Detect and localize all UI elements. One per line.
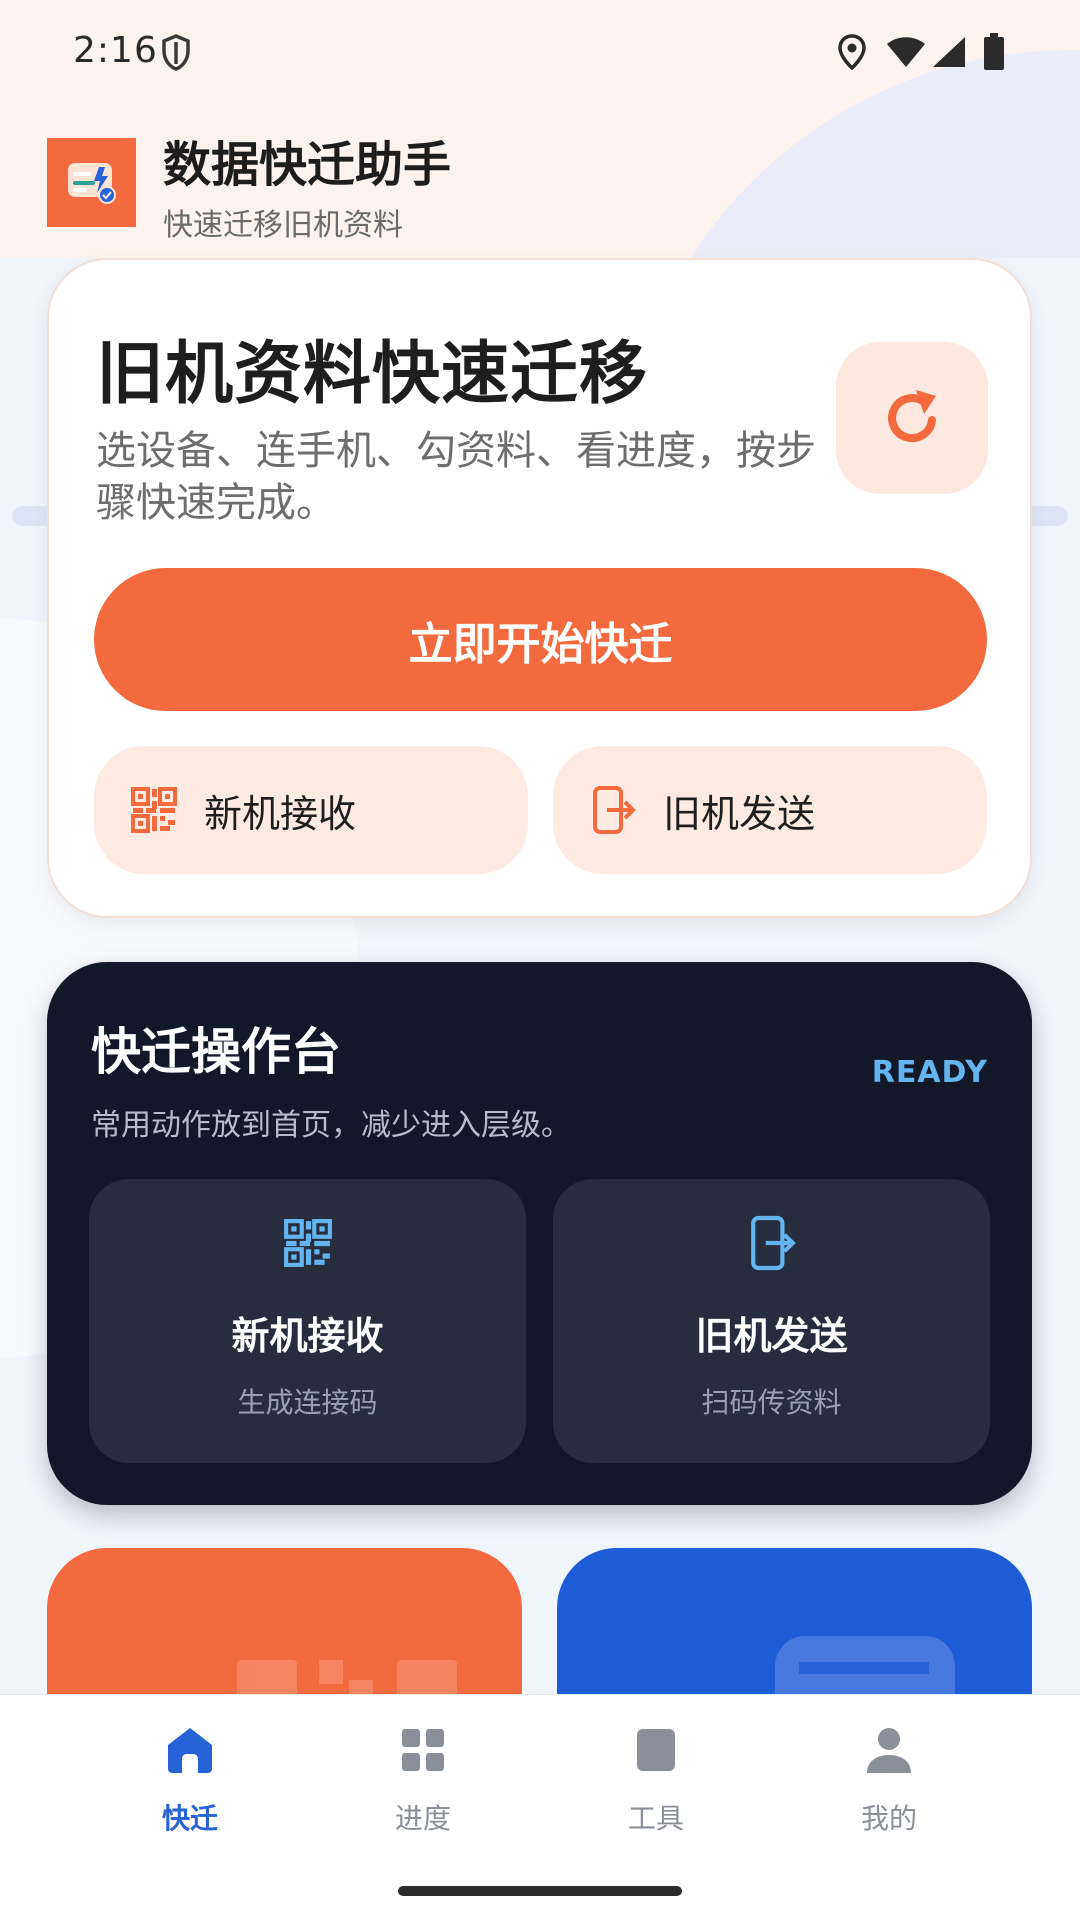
refresh-icon xyxy=(888,390,936,443)
grid-icon xyxy=(402,1729,444,1771)
hero-card: 旧机资料快速迁移 选设备、连手机、勾资料、看进度，按步骤快速完成。 立即开始快迁… xyxy=(47,258,1032,918)
app-logo-icon xyxy=(67,162,116,204)
refresh-button[interactable] xyxy=(836,342,988,494)
app-title: 数据快迁助手 xyxy=(163,137,452,193)
shield-icon xyxy=(162,34,190,71)
nav-tab-transfer[interactable]: 快迁 xyxy=(100,1725,280,1845)
nav-label: 快迁 xyxy=(161,1802,218,1835)
app-logo xyxy=(47,138,136,227)
send-label: 旧机发送 xyxy=(663,791,816,836)
send-old-device-button[interactable]: 旧机发送 xyxy=(553,746,987,874)
app-subtitle: 快速迁移旧机资料 xyxy=(163,208,403,243)
battery-icon xyxy=(984,33,1004,70)
nav-label: 进度 xyxy=(394,1802,451,1835)
receive-new-device-button[interactable]: 新机接收 xyxy=(94,746,528,874)
status-time: 2:16 xyxy=(73,30,158,71)
tile-subtitle: 扫码传资料 xyxy=(701,1386,842,1419)
nav-label: 我的 xyxy=(860,1802,917,1835)
qr-code-icon xyxy=(131,787,177,833)
wifi-icon xyxy=(887,37,925,67)
start-transfer-button[interactable]: 立即开始快迁 xyxy=(94,568,987,711)
toolbox-icon xyxy=(637,1729,675,1771)
home-indicator[interactable] xyxy=(398,1886,682,1896)
hero-description: 选设备、连手机、勾资料、看进度，按步骤快速完成。 xyxy=(96,428,816,526)
hero-title: 旧机资料快速迁移 xyxy=(96,335,649,414)
nav-tab-profile[interactable]: 我的 xyxy=(799,1725,979,1845)
console-title: 快迁操作台 xyxy=(91,1023,341,1081)
console-tile-send[interactable]: 旧机发送 扫码传资料 xyxy=(553,1179,990,1463)
user-icon xyxy=(867,1728,911,1773)
status-bar: 2:16 xyxy=(0,0,1080,104)
status-badge: READY xyxy=(871,1055,988,1090)
receive-label: 新机接收 xyxy=(204,791,357,836)
phone-export-icon xyxy=(593,786,636,834)
tile-subtitle: 生成连接码 xyxy=(237,1386,378,1419)
phone-export-icon xyxy=(751,1215,796,1271)
nav-label: 工具 xyxy=(627,1802,684,1835)
nav-tab-progress[interactable]: 进度 xyxy=(333,1725,513,1845)
nav-tab-tools[interactable]: 工具 xyxy=(566,1725,746,1845)
console-tile-receive[interactable]: 新机接收 生成连接码 xyxy=(89,1179,526,1463)
qr-code-icon xyxy=(284,1219,332,1267)
tile-title: 新机接收 xyxy=(231,1314,384,1358)
home-icon xyxy=(168,1728,212,1773)
console-description: 常用动作放到首页，减少进入层级。 xyxy=(91,1108,571,1143)
tile-title: 旧机发送 xyxy=(695,1314,848,1358)
signal-icon xyxy=(933,37,965,67)
location-icon xyxy=(838,34,866,70)
transfer-console: 快迁操作台 READY 常用动作放到首页，减少进入层级。 新机接收 生成连接码 … xyxy=(47,962,1032,1505)
